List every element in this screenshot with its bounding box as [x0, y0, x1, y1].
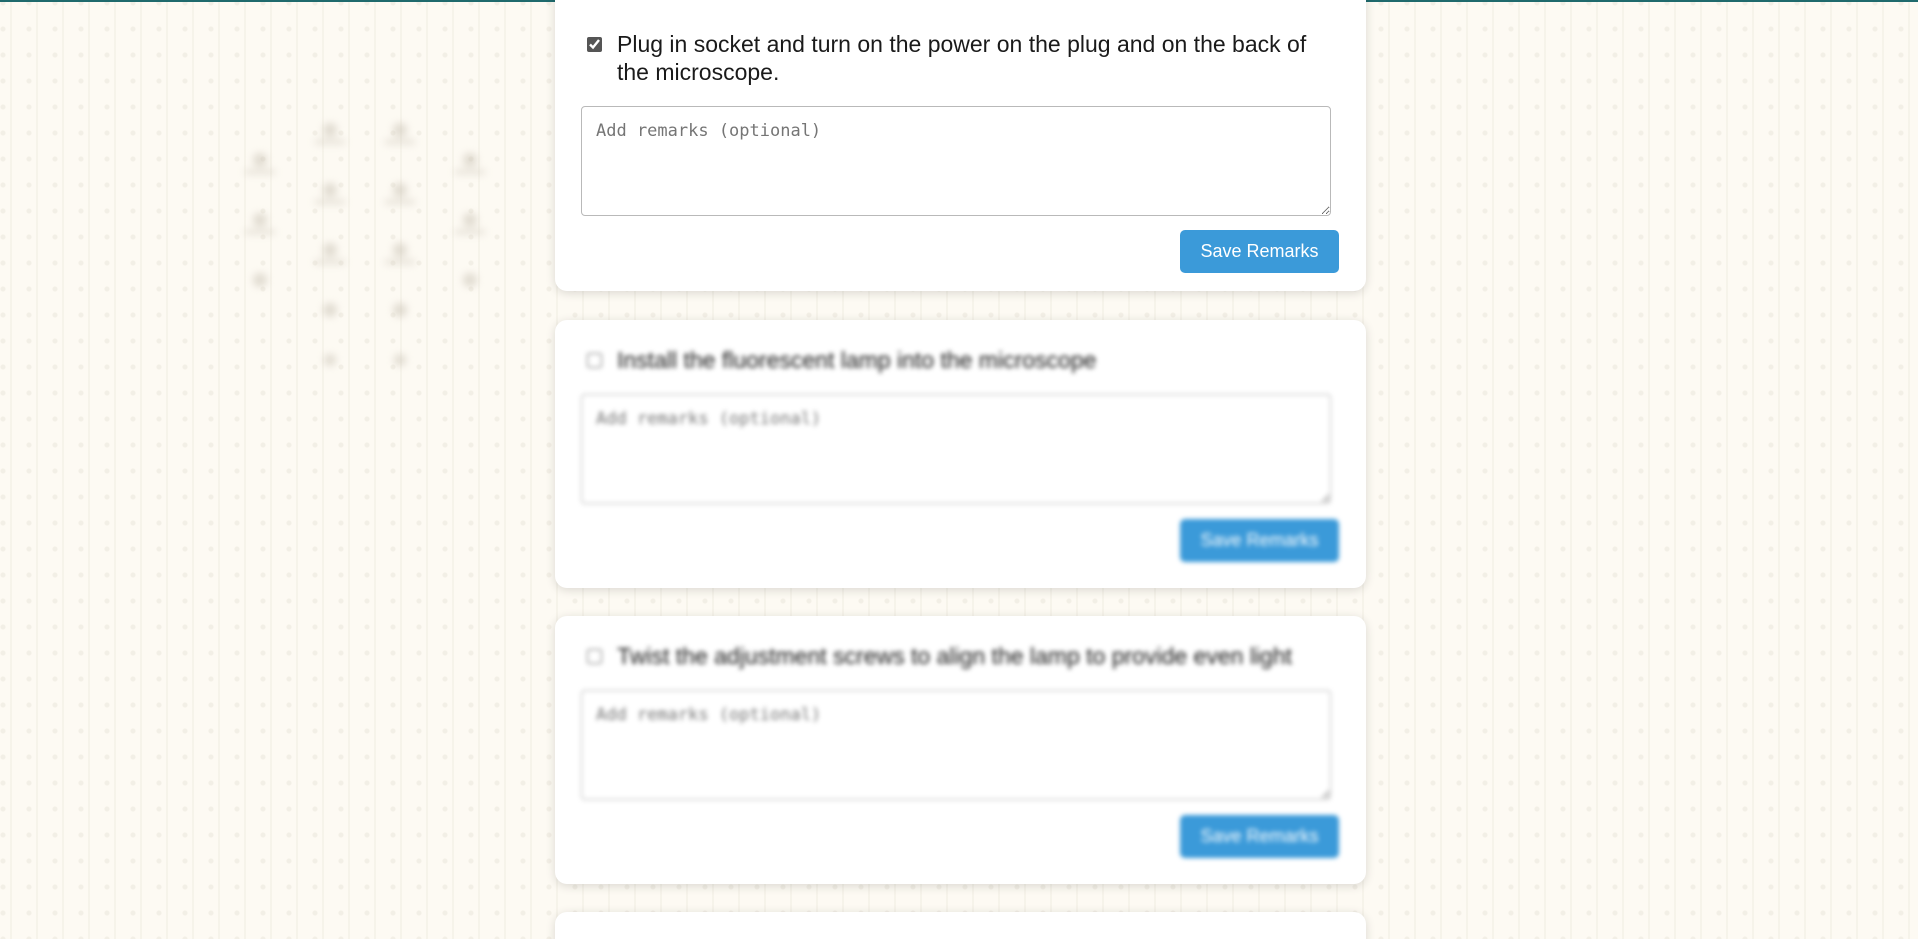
- task-2-remarks-input[interactable]: [581, 394, 1331, 504]
- task-row-1: Plug in socket and turn on the power on …: [587, 30, 1336, 86]
- task-row-2: Install the fluorescent lamp into the mi…: [587, 346, 1336, 374]
- task-2-label: Install the fluorescent lamp into the mi…: [617, 347, 1097, 373]
- task-1-label: Plug in socket and turn on the power on …: [617, 31, 1307, 85]
- task-1-remarks-input[interactable]: [581, 106, 1331, 216]
- task-row-3: Twist the adjustment screws to align the…: [587, 642, 1336, 670]
- task-1-save-remarks-button[interactable]: Save Remarks: [1180, 230, 1339, 273]
- task-3-save-remarks-button[interactable]: Save Remarks: [1180, 815, 1339, 858]
- task-2-checkbox[interactable]: [587, 353, 602, 368]
- task-3-remarks-input[interactable]: [581, 690, 1331, 800]
- task-card-4: [555, 912, 1366, 939]
- task-2-save-remarks-button[interactable]: Save Remarks: [1180, 519, 1339, 562]
- task-3-label: Twist the adjustment screws to align the…: [617, 643, 1293, 669]
- task-card-3: Twist the adjustment screws to align the…: [555, 616, 1366, 884]
- task-1-checkbox[interactable]: [587, 37, 602, 52]
- task-3-checkbox[interactable]: [587, 649, 602, 664]
- task-card-1: Plug in socket and turn on the power on …: [555, 0, 1366, 291]
- task-card-2: Install the fluorescent lamp into the mi…: [555, 320, 1366, 588]
- microscope-pattern-icon: [230, 110, 490, 370]
